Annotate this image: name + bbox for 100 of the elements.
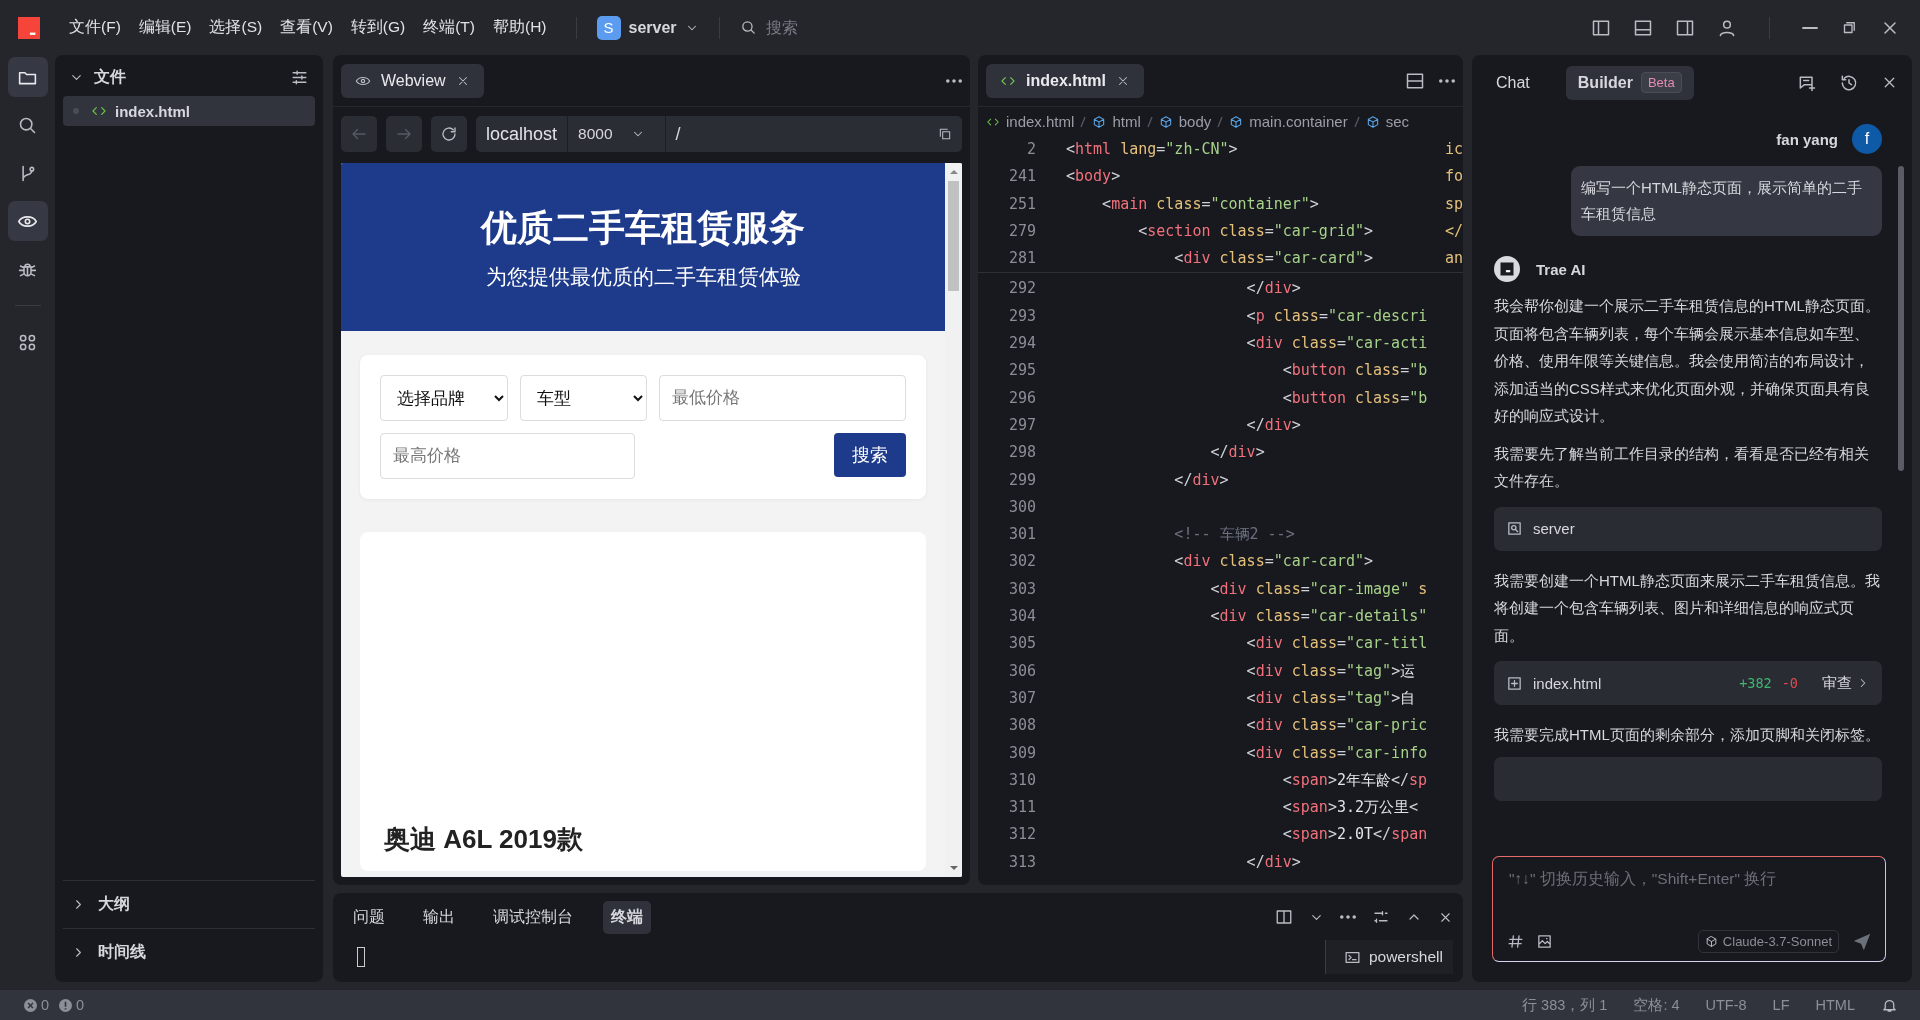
menu-item[interactable]: 编辑(E) <box>129 13 201 42</box>
code-line: <div class="car-card"> <box>1173 551 1375 573</box>
code-line: </div> <box>1173 469 1230 491</box>
assistant-name: Trae AI <box>1536 260 1586 278</box>
breadcrumb-item[interactable]: index.html <box>1006 113 1075 130</box>
review-link[interactable]: 审查 <box>1822 673 1870 693</box>
breadcrumb-item[interactable]: html <box>1112 113 1141 130</box>
scroll-thumb[interactable] <box>1898 166 1904 471</box>
status-item[interactable]: 空格: 4 <box>1633 995 1680 1015</box>
line-number: 294 <box>1007 333 1036 355</box>
menu-item[interactable]: 文件(F) <box>60 13 130 42</box>
code-line: <div class="car-acti <box>1245 333 1429 355</box>
breadcrumb-item[interactable]: sec <box>1385 113 1409 130</box>
scroll-up-icon[interactable] <box>948 167 959 177</box>
breadcrumb-separator-icon <box>1080 115 1087 128</box>
address-bar[interactable]: localhost 8000 / <box>476 116 962 152</box>
chat-mode-tab[interactable]: Builder Beta <box>1565 65 1694 100</box>
webview-tab[interactable]: Webview <box>341 63 484 98</box>
reload-button[interactable] <box>431 116 467 152</box>
scroll-thumb[interactable] <box>948 181 959 291</box>
section-header[interactable]: 时间线 <box>63 928 315 976</box>
code-line: <span>2年车龄</sp <box>1281 769 1429 791</box>
code-line: <main class="container"> <box>1101 193 1320 215</box>
path-text: / <box>674 123 682 145</box>
search-field[interactable]: 搜索 <box>763 17 884 38</box>
cube-icon <box>1365 114 1380 129</box>
code-line: <body> <box>1066 166 1122 188</box>
port-dropdown[interactable]: 8000 <box>567 116 666 152</box>
panel-tab[interactable]: 输出 <box>415 900 463 934</box>
terminal-instance[interactable]: powershell <box>1324 940 1453 974</box>
line-number: 312 <box>1007 824 1036 846</box>
line-number: 281 <box>1007 248 1036 270</box>
folder-view-button[interactable] <box>7 57 48 97</box>
more-icon[interactable] <box>1340 915 1356 919</box>
max-price-field[interactable]: 最高价格 <box>380 433 635 479</box>
filter-icon <box>290 68 309 87</box>
tool-call-card[interactable]: server <box>1494 506 1882 551</box>
chat-input[interactable]: "↑↓" 切换历史输入，"Shift+Enter" 换行 Claude-3.7-Sonnet <box>1492 856 1886 962</box>
user-message: 编写一个HTML静态页面，展示简单的二手车租赁信息 <box>1571 166 1882 236</box>
file-change-card[interactable]: index.html +382 -0 审查 <box>1494 661 1882 705</box>
warning-count[interactable]: 0 <box>59 997 85 1013</box>
line-number: 307 <box>1007 687 1036 709</box>
panel-tab[interactable]: 问题 <box>345 900 393 934</box>
status-item[interactable]: 行 383，列 1 <box>1522 995 1608 1015</box>
model-selector[interactable]: Claude-3.7-Sonnet <box>1697 930 1839 953</box>
line-number: 299 <box>1007 469 1036 491</box>
code-fragment: sp <box>1445 193 1463 215</box>
scroll-down-icon[interactable] <box>948 863 959 873</box>
hero-title: 优质二手车租赁服务 <box>481 205 805 250</box>
code-fragment: an <box>1445 248 1463 270</box>
eye-view-button[interactable] <box>7 201 48 241</box>
plus-icon <box>1506 674 1523 692</box>
cube-icon <box>1158 114 1173 129</box>
app-logo <box>18 16 40 39</box>
beta-badge: Beta <box>1640 72 1682 93</box>
error-count[interactable]: 0 <box>24 997 50 1013</box>
minimize-icon[interactable] <box>1802 26 1818 29</box>
line-number: 296 <box>1007 387 1036 409</box>
menu-item[interactable]: 帮助(H) <box>484 13 556 42</box>
terminal-cursor <box>357 947 365 967</box>
breadcrumb-item[interactable]: body <box>1178 113 1212 130</box>
explorer-header[interactable]: 文件 <box>69 67 126 88</box>
code-line: <div class="car-details" <box>1209 606 1429 628</box>
panel-tab[interactable]: 调试控制台 <box>485 900 581 934</box>
breadcrumb-separator-icon <box>1353 115 1360 128</box>
code-line: </div> <box>1245 414 1302 436</box>
status-item[interactable]: UTF-8 <box>1705 997 1747 1013</box>
assistant-message: 我需要先了解当前工作目录的结构，看看是否已经有相关文件存在。 <box>1494 443 1870 491</box>
removed-lines: -0 <box>1781 675 1798 691</box>
file-item[interactable]: index.html <box>63 96 315 126</box>
workspace-switcher[interactable]: S server <box>596 15 699 40</box>
editor-tab[interactable]: index.html <box>986 63 1144 98</box>
panel-tab[interactable]: 终端 <box>603 900 651 934</box>
section-header[interactable]: 大纲 <box>63 880 315 928</box>
code-line: <span>3.2万公里< <box>1281 797 1420 819</box>
menu-item[interactable]: 转到(G) <box>341 13 415 42</box>
chat-mode-tab[interactable]: Chat <box>1484 65 1542 100</box>
breadcrumb-item[interactable]: main.container <box>1249 113 1348 130</box>
code-line: <html lang="zh-CN"> <box>1066 139 1239 160</box>
host-text: localhost <box>485 123 559 145</box>
line-number: 313 <box>1007 851 1036 873</box>
status-item[interactable]: LF <box>1772 997 1790 1013</box>
brand-select[interactable]: 选择品牌 <box>380 375 508 421</box>
copy-icon <box>938 127 952 141</box>
more-icon[interactable] <box>946 78 962 83</box>
type-select[interactable]: 车型 <box>519 375 647 421</box>
scrollbar[interactable] <box>945 163 962 877</box>
menu-item[interactable]: 选择(S) <box>200 13 272 42</box>
status-item[interactable]: HTML <box>1815 997 1855 1013</box>
cube-icon <box>1092 114 1107 129</box>
menu-item[interactable]: 查看(V) <box>271 13 342 42</box>
code-line: <div class="car-titl <box>1245 633 1429 655</box>
error-icon <box>24 998 37 1012</box>
line-number: 309 <box>1007 742 1036 764</box>
added-lines: +382 <box>1739 675 1772 691</box>
workspace-name: server <box>628 18 677 37</box>
more-icon[interactable] <box>1439 78 1455 83</box>
min-price-field[interactable]: 最低价格 <box>659 375 906 421</box>
search-button[interactable]: 搜索 <box>834 433 906 477</box>
menu-item[interactable]: 终端(T) <box>414 13 484 42</box>
